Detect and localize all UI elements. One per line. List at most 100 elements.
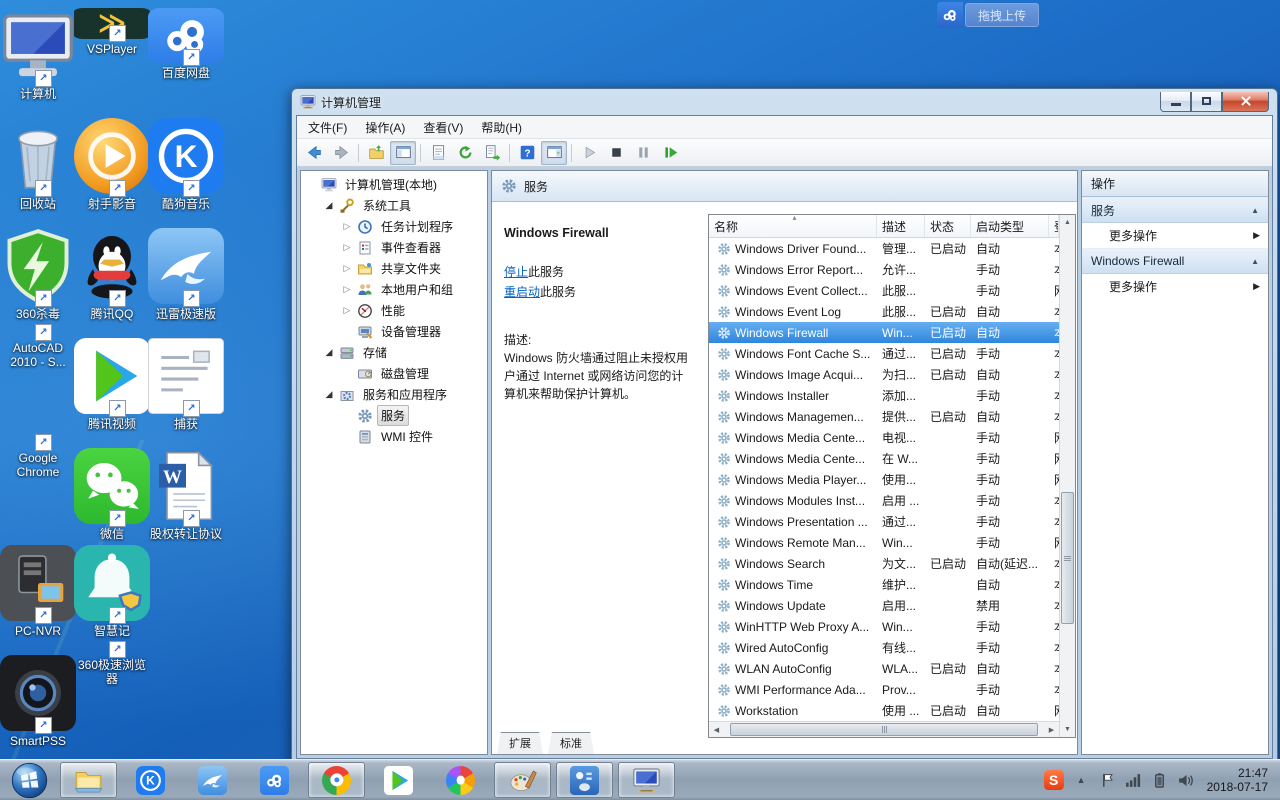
export-list-icon[interactable] (479, 141, 505, 165)
menu-item-2[interactable]: 查看(V) (414, 117, 472, 138)
desktop-icon-18[interactable]: ↗ 360极速浏览器 (74, 655, 150, 686)
menu-item-3[interactable]: 帮助(H) (472, 117, 531, 138)
column-header-4[interactable]: 登录 (1049, 215, 1059, 237)
network-icon[interactable] (1125, 772, 1142, 789)
vertical-scroll-thumb[interactable] (1061, 492, 1074, 624)
service-row[interactable]: Windows Event Collect... 此服... 手动 网络 (709, 280, 1059, 301)
service-row[interactable]: Windows Media Cente... 在 W... 手动 网络 (709, 448, 1059, 469)
hidden-icons-icon[interactable]: ▲ (1073, 772, 1090, 789)
desktop-icon-11[interactable]: ↗ 捕获 (148, 338, 224, 431)
scroll-down-icon[interactable]: ▼ (1060, 722, 1075, 737)
service-row[interactable]: Windows Media Cente... 电视... 手动 网络 (709, 427, 1059, 448)
minimize-button[interactable] (1160, 92, 1191, 112)
desktop-icon-15[interactable]: ↗ PC-NVR (0, 545, 76, 638)
restart-service-icon[interactable] (657, 141, 683, 165)
more-actions-item[interactable]: 更多操作▶ (1082, 274, 1268, 299)
action-center-icon[interactable] (1099, 772, 1116, 789)
column-header-1[interactable]: 描述 (877, 215, 925, 237)
volume-icon[interactable] (1177, 772, 1194, 789)
service-row[interactable]: Windows Firewall Win... 已启动 自动 本地 (709, 322, 1059, 343)
desktop-icon-12[interactable]: ↗ Google Chrome (0, 448, 76, 479)
desktop-icon-14[interactable]: W ↗ 股权转让协议 (148, 448, 224, 541)
service-row[interactable]: Windows Search 为文... 已启动 自动(延迟... 本地 (709, 553, 1059, 574)
service-row[interactable]: Windows Managemen... 提供... 已启动 自动 本地 (709, 406, 1059, 427)
tree-node-0[interactable]: 计算机管理(本地) (301, 174, 487, 195)
menu-item-1[interactable]: 操作(A) (356, 117, 414, 138)
back-icon[interactable] (301, 141, 327, 165)
desktop-icon-5[interactable]: K ↗ 酷狗音乐 (148, 118, 224, 211)
tree-node-7[interactable]: 设备管理器 (301, 321, 487, 342)
taskbar-button-chrome-icon[interactable] (308, 762, 365, 798)
tree-node-5[interactable]: ▷ 本地用户和组 (301, 279, 487, 300)
service-row[interactable]: Windows Error Report... 允许... 手动 本地 (709, 259, 1059, 280)
scroll-right-icon[interactable]: ▶ (1044, 722, 1059, 737)
action-pane-toggle-icon[interactable] (541, 141, 567, 165)
service-row[interactable]: Windows Media Player... 使用... 手动 网络 (709, 469, 1059, 490)
desktop-icon-8[interactable]: ↗ 迅雷极速版 (148, 228, 224, 321)
horizontal-scrollbar[interactable]: ◀ ▶ (709, 721, 1059, 737)
taskbar-button-kugou-icon[interactable]: K (122, 762, 179, 798)
tree-node-9[interactable]: 磁盘管理 (301, 363, 487, 384)
column-header-3[interactable]: 启动类型 (971, 215, 1049, 237)
tree-node-10[interactable]: ◢ 服务和应用程序 (301, 384, 487, 405)
horizontal-scroll-thumb[interactable] (730, 723, 1038, 736)
taskbar-button-tencent-video-icon[interactable] (370, 762, 427, 798)
more-actions-item[interactable]: 更多操作▶ (1082, 223, 1268, 248)
properties-icon[interactable] (425, 141, 451, 165)
service-row[interactable]: Windows Event Log 此服... 已启动 自动 本地 (709, 301, 1059, 322)
titlebar[interactable]: 计算机管理 (296, 89, 1273, 115)
start-service-icon[interactable] (576, 141, 602, 165)
restore-button[interactable] (1191, 92, 1222, 112)
tree-node-2[interactable]: ▷ 任务计划程序 (301, 216, 487, 237)
vertical-scrollbar[interactable]: ▲ ▼ (1059, 215, 1075, 737)
desktop-icon-0[interactable]: ↗ 计算机 (0, 8, 76, 101)
stop-service-icon[interactable] (603, 141, 629, 165)
battery-icon[interactable] (1151, 772, 1168, 789)
tree-node-6[interactable]: ▷ 性能 (301, 300, 487, 321)
desktop-icon-2[interactable]: ↗ 百度网盘 (148, 8, 224, 80)
desktop-icon-17[interactable]: ↗ SmartPSS (0, 655, 76, 748)
desktop-icon-4[interactable]: ↗ 射手影音 (74, 118, 150, 211)
desktop-icon-9[interactable]: 2010A ↗ AutoCAD 2010 - S... (0, 338, 76, 369)
desktop-icon-10[interactable]: ↗ 腾讯视频 (74, 338, 150, 431)
desktop-icon-13[interactable]: ↗ 微信 (74, 448, 150, 541)
restart-service-link[interactable]: 重启动 (504, 285, 540, 299)
tree-node-11[interactable]: 服务 (301, 405, 487, 426)
service-row[interactable]: Windows Installer 添加... 手动 本地 (709, 385, 1059, 406)
tree-node-12[interactable]: WMI 控件 (301, 426, 487, 447)
tree-node-4[interactable]: ▷ 共享文件夹 (301, 258, 487, 279)
help-icon[interactable]: ? (514, 141, 540, 165)
service-row[interactable]: Windows Font Cache S... 通过... 已启动 手动 本地 (709, 343, 1059, 364)
tree-node-1[interactable]: ◢ 系统工具 (301, 195, 487, 216)
taskbar-button-xunlei-icon[interactable] (184, 762, 241, 798)
column-header-0[interactable]: 名称▴ (709, 215, 877, 237)
service-row[interactable]: Windows Remote Man... Win... 手动 网络 (709, 532, 1059, 553)
tab-0[interactable]: 扩展 (496, 732, 544, 754)
service-row[interactable]: Windows Update 启用... 禁用 本地 (709, 595, 1059, 616)
netdisk-upload-widget[interactable]: 拖拽上传 (937, 2, 1039, 28)
scroll-left-icon[interactable]: ◀ (709, 722, 724, 737)
start-button[interactable] (6, 760, 52, 800)
forward-icon[interactable] (328, 141, 354, 165)
taskbar-button-remote-config-icon[interactable] (556, 762, 613, 798)
service-row[interactable]: Wired AutoConfig 有线... 手动 本地 (709, 637, 1059, 658)
taskbar-clock[interactable]: 21:47 2018-07-17 (1207, 766, 1268, 794)
column-header-2[interactable]: 状态 (925, 215, 971, 237)
desktop-icon-6[interactable]: ↗ 360杀毒 (0, 228, 76, 321)
pause-service-icon[interactable] (630, 141, 656, 165)
service-row[interactable]: WMI Performance Ada... Prov... 手动 本地 (709, 679, 1059, 700)
close-button[interactable] (1222, 92, 1269, 112)
taskbar-button-baidu-netdisk-icon[interactable] (246, 762, 303, 798)
scroll-up-icon[interactable]: ▲ (1060, 215, 1075, 230)
desktop-icon-1[interactable]: ≫ ↗ VSPlayer (74, 8, 150, 56)
desktop-icon-16[interactable]: ↗ 智慧记 (74, 545, 150, 638)
desktop-icon-3[interactable]: ↗ 回收站 (0, 118, 76, 211)
desktop-icon-7[interactable]: ↗ 腾讯QQ (74, 228, 150, 321)
up-folder-icon[interactable] (363, 141, 389, 165)
tab-1[interactable]: 标准 (547, 732, 595, 754)
service-row[interactable]: WLAN AutoConfig WLA... 已启动 自动 本地 (709, 658, 1059, 679)
refresh-icon[interactable] (452, 141, 478, 165)
taskbar-button-360-browser-icon[interactable] (432, 762, 489, 798)
service-row[interactable]: Windows Time 维护... 自动 本地 (709, 574, 1059, 595)
tree-node-8[interactable]: ◢ 存储 (301, 342, 487, 363)
